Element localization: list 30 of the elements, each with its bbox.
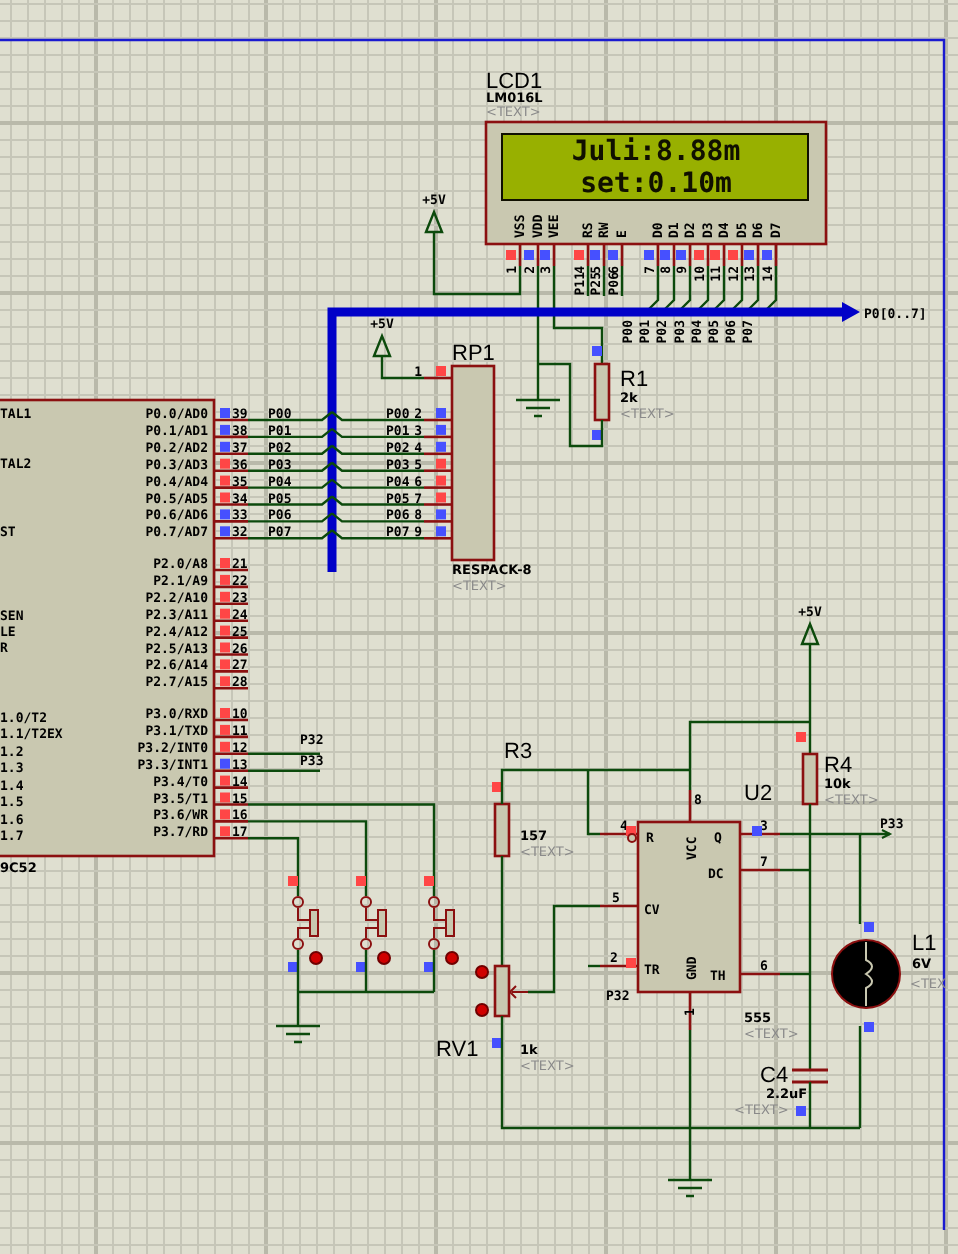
power-terminal-icon — [800, 620, 820, 650]
component-label: LCD1 — [486, 70, 543, 94]
actuator-dot — [445, 951, 459, 965]
actuator-dot — [475, 1003, 489, 1017]
power-terminal-icon — [424, 208, 444, 238]
component-label: RP1 — [452, 342, 495, 366]
ground-icon — [274, 1024, 322, 1044]
power-terminal-icon — [372, 332, 392, 362]
component-label: R1 — [620, 368, 649, 392]
actuator-dot — [377, 951, 391, 965]
ground-icon — [514, 398, 562, 418]
component-label: R4 — [824, 754, 853, 778]
component-label: U2 — [744, 782, 773, 806]
actuator-dot — [309, 951, 323, 965]
component-label: L1 — [912, 932, 937, 956]
wire — [248, 769, 320, 772]
component-label: C4 — [760, 1064, 789, 1088]
component-label: RV1 — [436, 1038, 479, 1062]
wire — [432, 236, 522, 296]
wire — [380, 360, 424, 380]
capacitor — [790, 1068, 830, 1084]
lcd-text: Juli:8.88m — [571, 136, 741, 168]
ground-icon — [666, 1178, 714, 1198]
actuator-dot — [475, 965, 489, 979]
lcd-text: set:0.10m — [580, 168, 732, 200]
wire — [620, 266, 624, 296]
wire — [500, 856, 504, 966]
wire — [763, 266, 778, 313]
component-label: R3 — [504, 740, 533, 764]
wire — [248, 752, 320, 755]
